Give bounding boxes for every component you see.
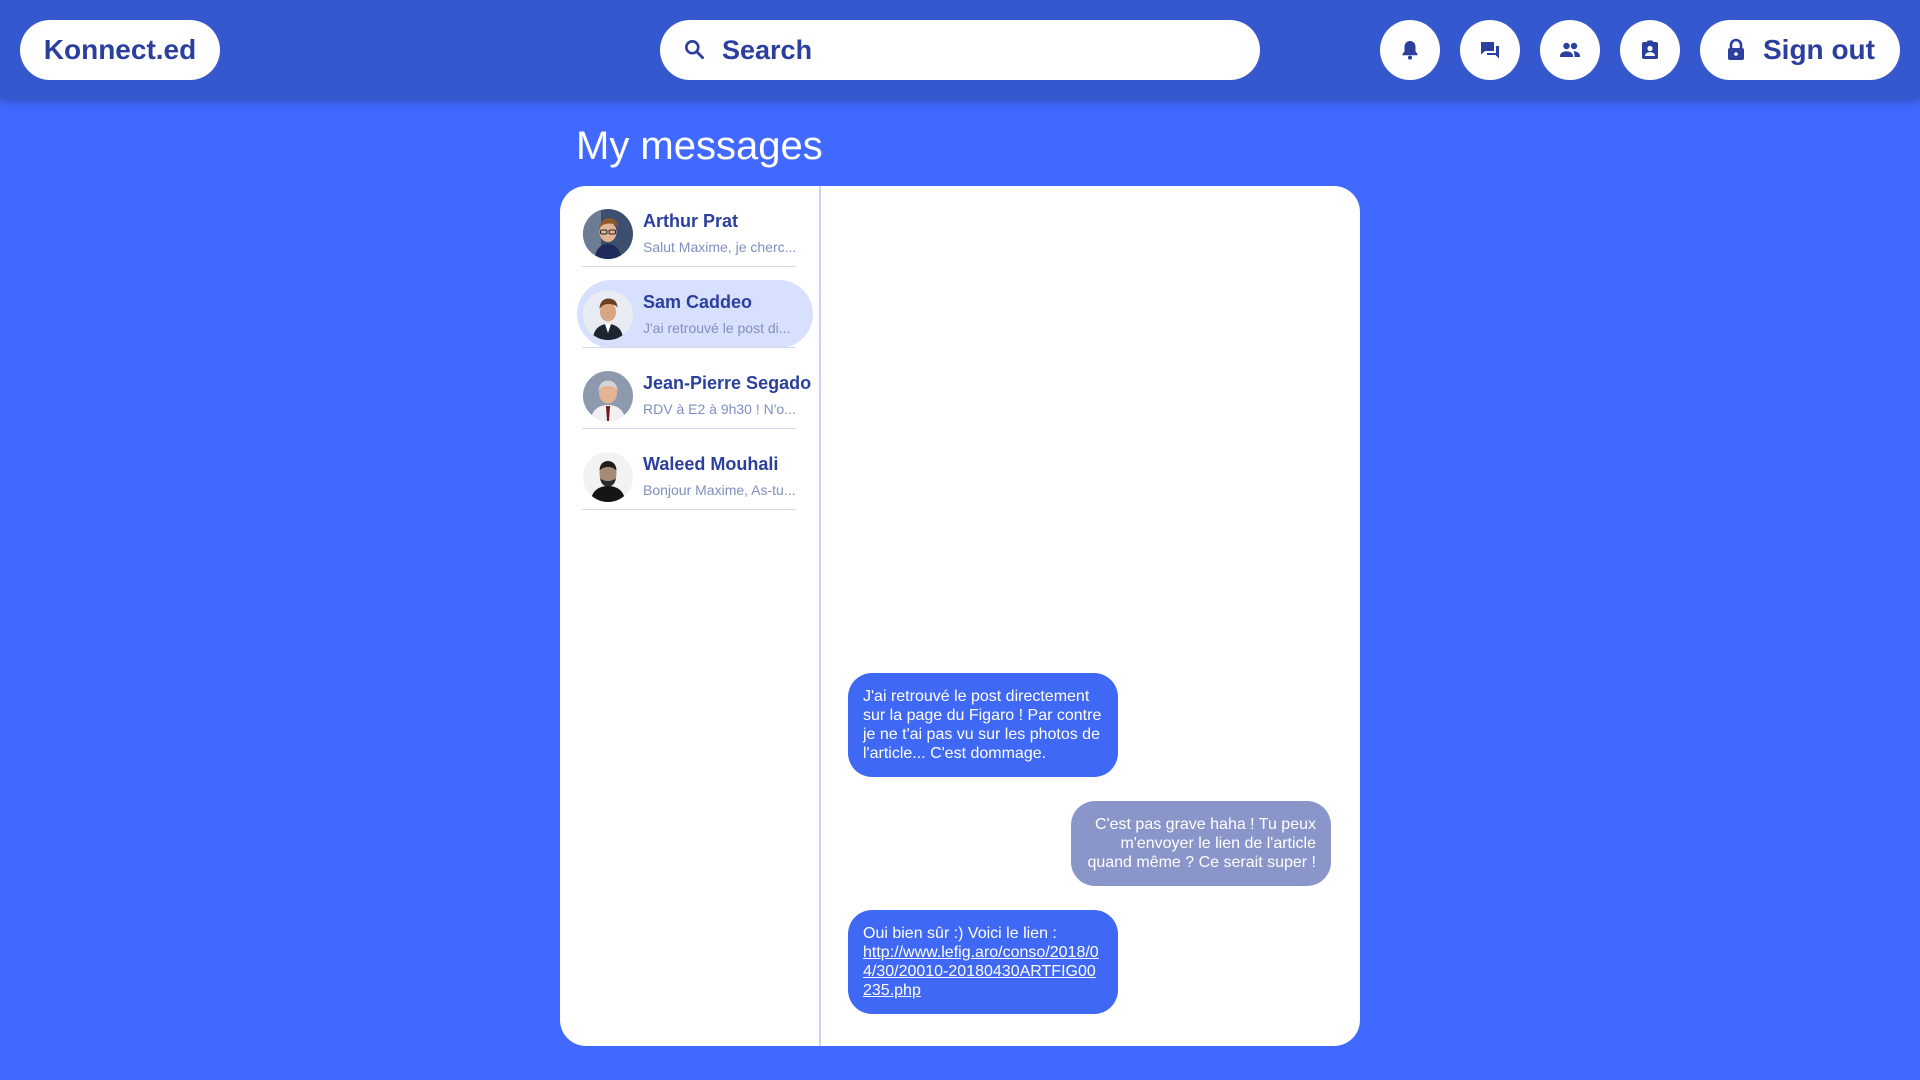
conversation-item-sam-caddeo[interactable]: Sam Caddeo J'ai retrouvé le post di... [577, 280, 813, 348]
page-title: My messages [576, 124, 823, 168]
outgoing-message: C'est pas grave haha ! Tu peux m'envoyer… [1071, 801, 1331, 886]
avatar [583, 371, 633, 421]
incoming-message: Oui bien sûr :) Voici le lien : http://w… [848, 910, 1118, 1014]
avatar [583, 209, 633, 259]
message-text: J'ai retrouvé le post directement sur la… [863, 688, 1102, 762]
conversation-item-waleed-mouhali[interactable]: Waleed Mouhali Bonjour Maxime, As-tu... [577, 442, 813, 510]
bell-icon [1402, 41, 1418, 60]
search-icon [685, 40, 704, 59]
avatar [583, 290, 633, 340]
conversation-list: Arthur Prat Salut Maxime, je cherc... Sa… [560, 186, 821, 1046]
messages-button[interactable] [1460, 20, 1520, 80]
conversation-name: Sam Caddeo [643, 292, 753, 312]
divider [582, 509, 796, 510]
people-icon [1560, 42, 1580, 57]
chat-icon [1481, 42, 1499, 59]
message-text: C'est pas grave haha ! Tu peux m'envoyer… [1087, 816, 1316, 871]
divider [582, 266, 796, 267]
contacts-icon [1642, 40, 1658, 59]
conversation-preview: Salut Maxime, je cherc... [643, 239, 797, 255]
search-input[interactable] [720, 33, 1244, 67]
notifications-button[interactable] [1380, 20, 1440, 80]
conversation-preview: J'ai retrouvé le post di... [643, 320, 791, 336]
top-bar: Konnect.ed Search Sign out [0, 0, 1920, 100]
sign-out-label: Sign out [1763, 34, 1875, 65]
conversation-preview: Bonjour Maxime, As-tu... [643, 482, 796, 498]
sign-out-button[interactable]: Sign out [1700, 20, 1900, 80]
conversation-item-jean-pierre-segado[interactable]: Jean-Pierre Segado RDV à E2 à 9h30 ! N'o… [577, 361, 813, 429]
conversation-preview: RDV à E2 à 9h30 ! N'o... [643, 401, 796, 417]
lock-icon [1728, 38, 1744, 60]
article-link[interactable]: http://www.lefig.aro/conso/2018/04/30/20… [863, 944, 1099, 999]
conversation-name: Arthur Prat [643, 211, 739, 231]
incoming-message: J'ai retrouvé le post directement sur la… [848, 673, 1118, 777]
message-text: Oui bien sûr :) Voici le lien : [863, 925, 1057, 942]
divider [582, 347, 796, 348]
logo[interactable]: Konnect.ed [20, 20, 220, 80]
messages-panel: Arthur Prat Salut Maxime, je cherc... Sa… [560, 186, 1360, 1046]
friends-button[interactable] [1540, 20, 1600, 80]
contacts-button[interactable] [1620, 20, 1680, 80]
divider [582, 428, 796, 429]
conversation-name: Waleed Mouhali [643, 454, 779, 474]
avatar [583, 452, 633, 502]
conversation-name: Jean-Pierre Segado [643, 373, 812, 393]
conversation-item-arthur-prat[interactable]: Arthur Prat Salut Maxime, je cherc... [577, 199, 813, 267]
search-bar[interactable] [660, 20, 1260, 80]
